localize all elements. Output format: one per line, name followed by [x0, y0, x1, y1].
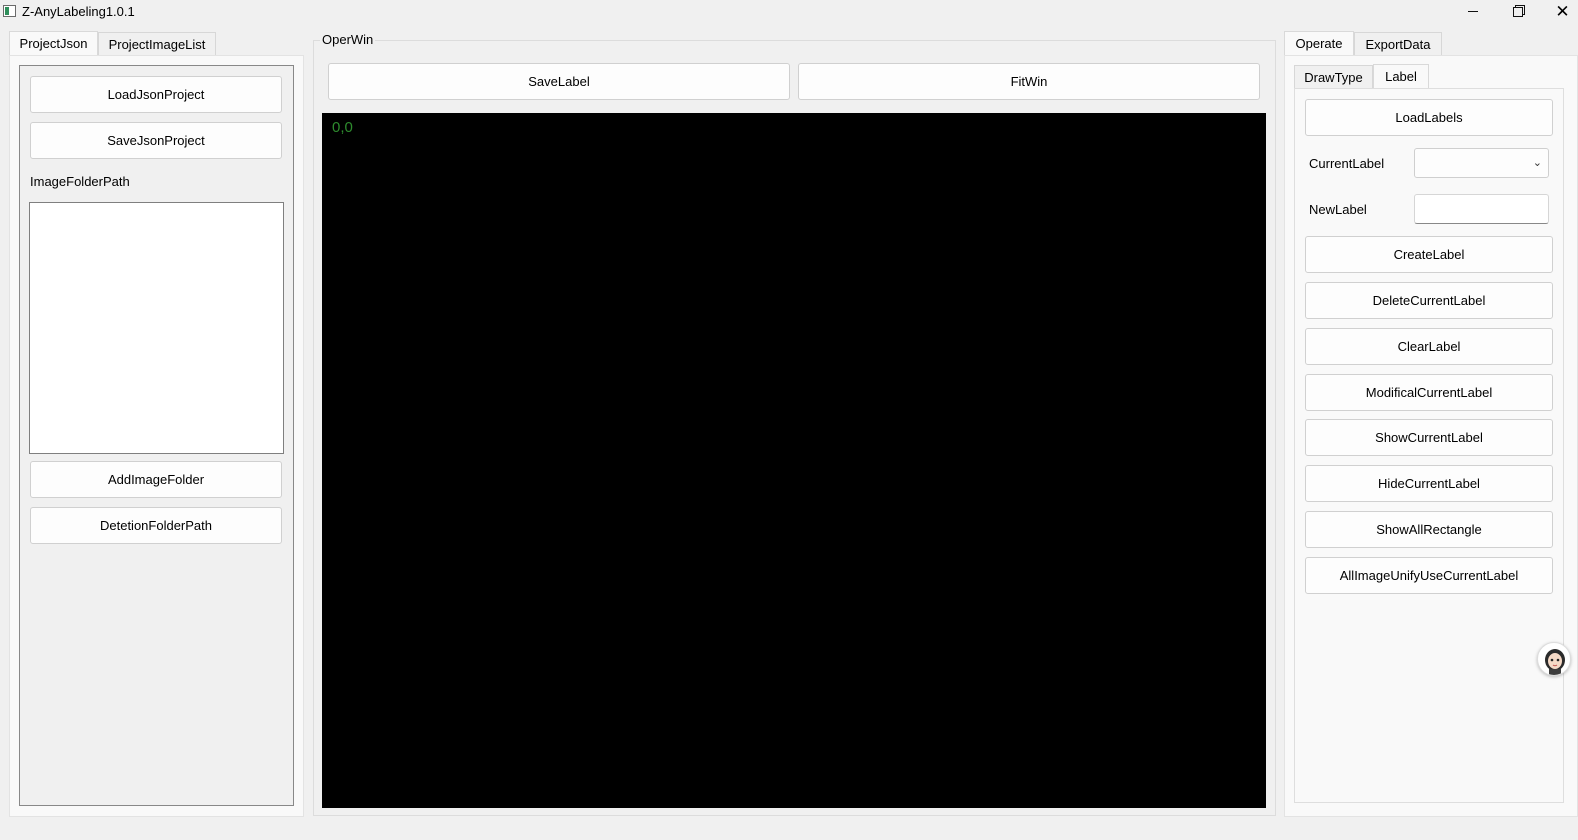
image-canvas[interactable]: 0,0 [322, 113, 1266, 808]
tab-export-data[interactable]: ExportData [1354, 32, 1442, 55]
coordinate-readout: 0,0 [332, 119, 353, 136]
chevron-down-icon: ⌄ [1532, 157, 1542, 169]
title-bar: Z-AnyLabeling1.0.1 ✕ [0, 0, 1578, 23]
app-window: Z-AnyLabeling1.0.1 ✕ ProjectJson Project… [0, 0, 1578, 840]
tab-draw-type[interactable]: DrawType [1294, 65, 1373, 88]
window-title: Z-AnyLabeling1.0.1 [22, 4, 135, 19]
show-all-rectangle-button[interactable]: ShowAllRectangle [1305, 511, 1553, 548]
close-icon[interactable]: ✕ [1540, 0, 1578, 23]
minimize-icon[interactable] [1450, 0, 1495, 23]
current-label-select[interactable]: ⌄ [1414, 148, 1549, 178]
all-image-unify-use-current-label-button[interactable]: AllImageUnifyUseCurrentLabel [1305, 557, 1553, 594]
tab-operate[interactable]: Operate [1284, 31, 1354, 55]
maximize-icon[interactable] [1495, 0, 1540, 23]
current-label-caption: CurrentLabel [1309, 156, 1385, 171]
load-json-project-button[interactable]: LoadJsonProject [30, 76, 282, 113]
save-json-project-button[interactable]: SaveJsonProject [30, 122, 282, 159]
modify-current-label-button[interactable]: ModificalCurrentLabel [1305, 374, 1553, 411]
save-label-button[interactable]: SaveLabel [328, 63, 790, 100]
load-labels-button[interactable]: LoadLabels [1305, 99, 1553, 136]
fit-win-button[interactable]: FitWin [798, 63, 1260, 100]
detection-folder-path-button[interactable]: DetetionFolderPath [30, 507, 282, 544]
hide-current-label-button[interactable]: HideCurrentLabel [1305, 465, 1553, 502]
delete-current-label-button[interactable]: DeleteCurrentLabel [1305, 282, 1553, 319]
create-label-button[interactable]: CreateLabel [1305, 236, 1553, 273]
new-label-input[interactable] [1414, 194, 1549, 224]
app-icon [3, 5, 16, 17]
operwin-title: OperWin [320, 32, 376, 47]
show-current-label-button[interactable]: ShowCurrentLabel [1305, 419, 1553, 456]
new-label-caption: NewLabel [1309, 202, 1367, 217]
image-folder-path-label: ImageFolderPath [30, 174, 130, 189]
tab-project-json[interactable]: ProjectJson [9, 31, 98, 55]
tab-label[interactable]: Label [1373, 64, 1429, 88]
clear-label-button[interactable]: ClearLabel [1305, 328, 1553, 365]
avatar-icon[interactable] [1537, 642, 1571, 676]
image-folder-list[interactable] [29, 202, 284, 454]
add-image-folder-button[interactable]: AddImageFolder [30, 461, 282, 498]
tab-project-image-list[interactable]: ProjectImageList [98, 32, 216, 55]
